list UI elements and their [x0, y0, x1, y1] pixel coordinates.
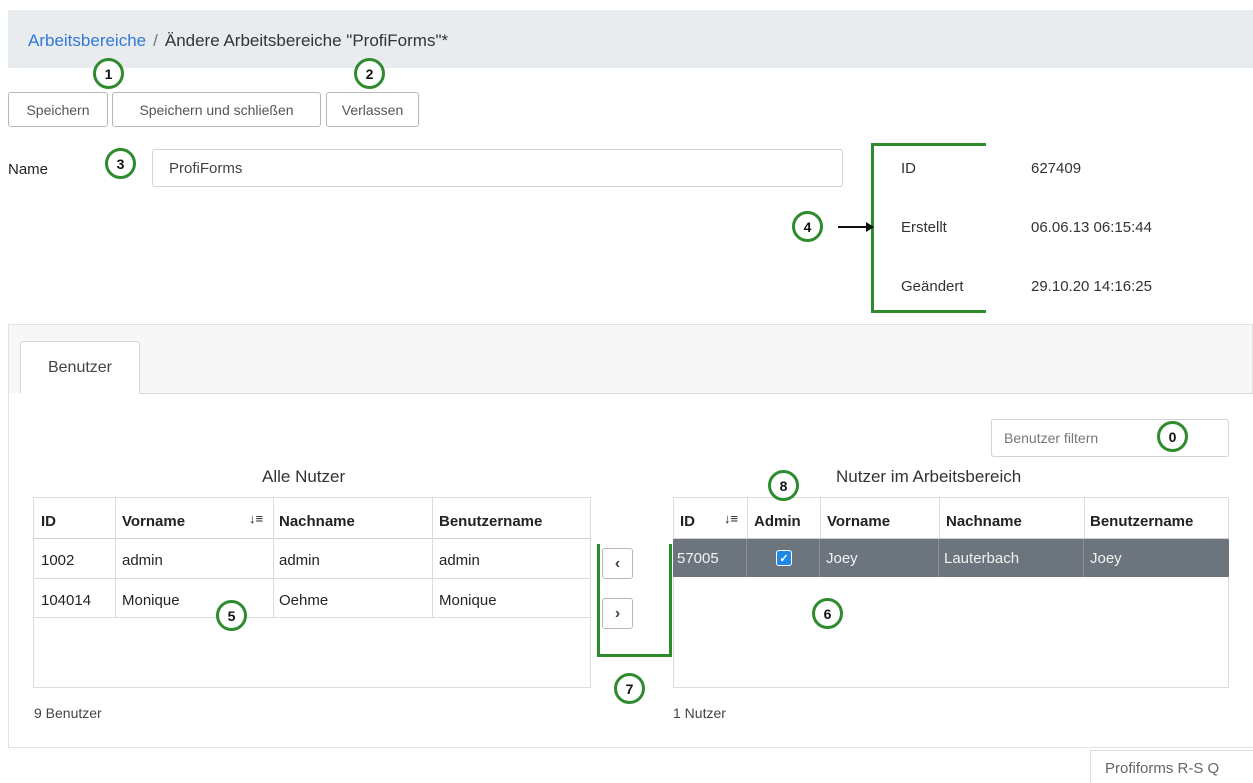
cell-firstname[interactable]: admin — [122, 552, 163, 569]
name-label: Name — [8, 161, 49, 178]
footer-brand: Profiforms R-S Q — [1090, 750, 1253, 783]
id-value: 627409 — [1031, 160, 1082, 177]
marker-0: 0 — [1157, 421, 1188, 452]
cell-id[interactable]: 57005 — [677, 550, 719, 567]
breadcrumb: Arbeitsbereiche / Ändere Arbeitsbereiche "… — [28, 31, 448, 51]
col-header-firstname[interactable]: Vorname — [122, 513, 185, 530]
arrow-right-icon — [838, 222, 874, 232]
tab-users[interactable]: Benutzer — [20, 341, 140, 394]
marker-6: 6 — [812, 598, 843, 629]
marker-1: 1 — [93, 58, 124, 89]
move-right-button[interactable]: › — [602, 598, 633, 629]
changed-label: Geändert — [901, 278, 964, 295]
save-and-close-button[interactable]: Speichern und schließen — [112, 92, 321, 127]
cell-username[interactable]: Joey — [1090, 550, 1122, 567]
created-value: 06.06.13 06:15:44 — [1031, 219, 1152, 236]
name-input[interactable] — [152, 149, 843, 187]
created-label: Erstellt — [901, 219, 947, 236]
breadcrumb-link-workspaces[interactable]: Arbeitsbereiche — [28, 31, 146, 50]
chevron-right-icon: › — [614, 604, 621, 622]
chevron-left-icon: ‹ — [614, 554, 621, 572]
user-filter-input[interactable] — [991, 419, 1229, 457]
marker-8: 8 — [768, 470, 799, 501]
workspace-users-table: ID ↓≡ Admin Vorname Nachname Benutzernam… — [673, 497, 1229, 688]
cell-username[interactable]: Monique — [439, 592, 497, 609]
col-header-username[interactable]: Benutzername — [1090, 513, 1193, 530]
move-left-button[interactable]: ‹ — [602, 548, 633, 579]
col-header-username[interactable]: Benutzername — [439, 513, 542, 530]
changed-value: 29.10.20 14:16:25 — [1031, 278, 1152, 295]
cell-id[interactable]: 104014 — [41, 592, 91, 609]
save-button[interactable]: Speichern — [8, 92, 108, 127]
leave-button[interactable]: Verlassen — [326, 92, 419, 127]
marker-3: 3 — [105, 148, 136, 179]
sort-ascending-icon[interactable]: ↓≡ — [249, 511, 263, 526]
col-header-id[interactable]: ID — [680, 513, 695, 530]
marker-2: 2 — [354, 58, 385, 89]
cell-firstname[interactable]: Monique — [122, 592, 180, 609]
col-header-lastname[interactable]: Nachname — [946, 513, 1022, 530]
cell-lastname[interactable]: Lauterbach — [944, 550, 1019, 567]
sort-ascending-icon[interactable]: ↓≡ — [724, 511, 738, 526]
workspace-users-title: Nutzer im Arbeitsbereich — [836, 467, 1022, 486]
workspace-users-count: 1 Nutzer — [673, 705, 726, 721]
page-title: Ändere Arbeitsbereiche "ProfiForms"* — [164, 31, 449, 50]
cell-id[interactable]: 1002 — [41, 552, 74, 569]
all-users-count: 9 Benutzer — [34, 705, 102, 721]
cell-username[interactable]: admin — [439, 552, 480, 569]
all-users-title: Alle Nutzer — [262, 467, 346, 486]
table-row-selected[interactable]: 57005 ✓ Joey Lauterbach Joey — [673, 539, 1229, 577]
cell-lastname[interactable]: admin — [279, 552, 320, 569]
marker-7: 7 — [614, 673, 645, 704]
cell-firstname[interactable]: Joey — [826, 550, 858, 567]
tab-divider — [20, 393, 1253, 394]
col-header-admin[interactable]: Admin — [754, 513, 801, 530]
check-icon: ✓ — [779, 552, 789, 565]
cell-lastname[interactable]: Oehme — [279, 592, 328, 609]
marker-4: 4 — [792, 211, 823, 242]
col-header-firstname[interactable]: Vorname — [827, 513, 890, 530]
breadcrumb-separator: / — [153, 31, 158, 50]
id-label: ID — [901, 160, 916, 177]
all-users-table: ID Vorname ↓≡ Nachname Benutzername 1002… — [33, 497, 591, 688]
col-header-lastname[interactable]: Nachname — [279, 513, 355, 530]
col-header-id[interactable]: ID — [41, 513, 56, 530]
marker-5: 5 — [216, 600, 247, 631]
admin-checkbox[interactable]: ✓ — [776, 550, 792, 566]
